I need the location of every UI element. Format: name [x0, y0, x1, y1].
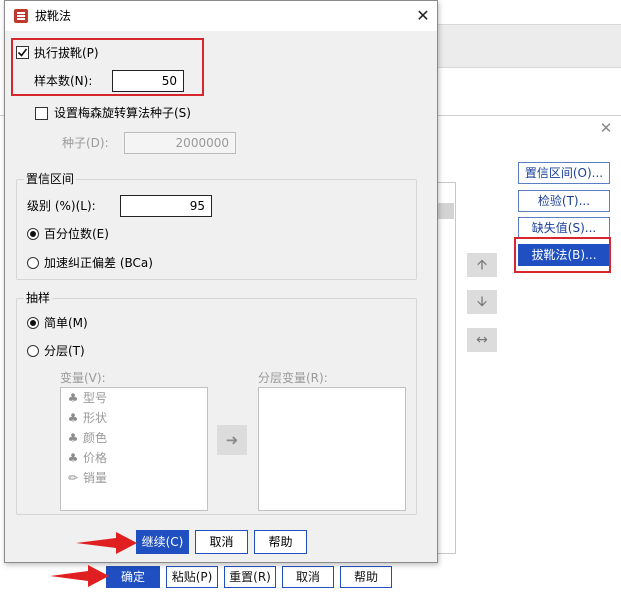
help-button[interactable]: 帮助 [254, 530, 307, 554]
background-variable-list [438, 182, 456, 554]
swap-icon[interactable]: ↔ [467, 328, 497, 352]
variable-name: 颜色 [83, 431, 108, 445]
simple-label: 简单(M) [44, 316, 88, 330]
background-toolbar-strip [438, 24, 621, 68]
continue-button[interactable]: 继续(C) [136, 530, 189, 554]
level-input[interactable]: 95 [120, 195, 212, 217]
variable-name: 销量 [83, 471, 108, 485]
seed-input[interactable]: 2000000 [124, 132, 236, 154]
dialog-title: 拔靴法 [35, 9, 72, 23]
list-item[interactable]: ♣ 形状 [61, 408, 207, 428]
background-help-button[interactable]: 帮助 [340, 566, 392, 588]
list-item[interactable]: ♣ 型号 [61, 388, 207, 408]
test-button[interactable]: 检验(T)... [518, 190, 610, 212]
variable-name: 价格 [83, 451, 108, 465]
close-icon[interactable]: ✕ [413, 6, 433, 26]
list-item[interactable]: ♣ 颜色 [61, 428, 207, 448]
paste-button[interactable]: 粘贴(P) [166, 566, 218, 588]
nominal-icon: ♣ [67, 391, 79, 405]
mersenne-seed-label: 设置梅森旋转算法种子(S) [54, 106, 191, 120]
annotation-arrow-ok [50, 565, 109, 587]
bca-label: 加速纠正偏差 (BCa) [44, 256, 153, 270]
missing-values-button[interactable]: 缺失值(S)... [518, 217, 610, 239]
percentile-label: 百分位数(E) [44, 227, 109, 241]
variables-label: 变量(V): [60, 371, 106, 385]
scale-icon: ✏ [67, 471, 79, 485]
level-label: 级别 (%)(L): [27, 199, 96, 213]
reset-button[interactable]: 重置(R) [224, 566, 276, 588]
variable-name: 形状 [83, 411, 108, 425]
move-right-icon[interactable]: ➜ [217, 425, 247, 455]
seed-label: 种子(D): [62, 136, 109, 150]
ordinal-icon: ♣ [67, 451, 79, 465]
perform-bootstrap-highlight [11, 38, 204, 96]
background-cancel-button[interactable]: 取消 [282, 566, 334, 588]
list-item[interactable]: ♣ 价格 [61, 448, 207, 468]
ok-button[interactable]: 确定 [106, 566, 160, 588]
background-list-selection [438, 203, 454, 219]
sampling-title: 抽样 [24, 291, 53, 305]
stratified-radio[interactable] [27, 345, 39, 357]
move-up-icon[interactable]: 🡩 [467, 253, 497, 277]
move-down-icon[interactable]: 🡫 [467, 290, 497, 314]
cancel-button[interactable]: 取消 [195, 530, 248, 554]
background-close-icon[interactable]: ✕ [598, 120, 614, 136]
stratified-label: 分层(T) [44, 344, 85, 358]
variables-list[interactable]: ♣ 型号 ♣ 形状 ♣ 颜色 ♣ 价格 ✏ 销量 [60, 387, 208, 511]
confidence-interval-title: 置信区间 [24, 172, 77, 186]
nominal-icon: ♣ [67, 411, 79, 425]
list-item[interactable]: ✏ 销量 [61, 468, 207, 488]
strata-variables-label: 分层变量(R): [258, 371, 328, 385]
simple-radio[interactable] [27, 317, 39, 329]
dialog-titlebar: 拔靴法 ✕ [5, 1, 437, 31]
bca-radio[interactable] [27, 257, 39, 269]
app-icon [14, 9, 28, 23]
confidence-interval-button[interactable]: 置信区间(O)... [518, 162, 610, 184]
strata-variables-list[interactable] [258, 387, 406, 511]
bootstrap-button-highlight [514, 237, 611, 273]
bootstrap-dialog: 拔靴法 ✕ 执行拔靴(P) 样本数(N): 50 设置梅森旋转算法种子(S) 种… [4, 0, 438, 563]
nominal-icon: ♣ [67, 431, 79, 445]
percentile-radio[interactable] [27, 228, 39, 240]
variable-name: 型号 [83, 391, 108, 405]
mersenne-seed-checkbox[interactable] [35, 107, 48, 120]
annotation-arrow-continue [76, 532, 137, 554]
